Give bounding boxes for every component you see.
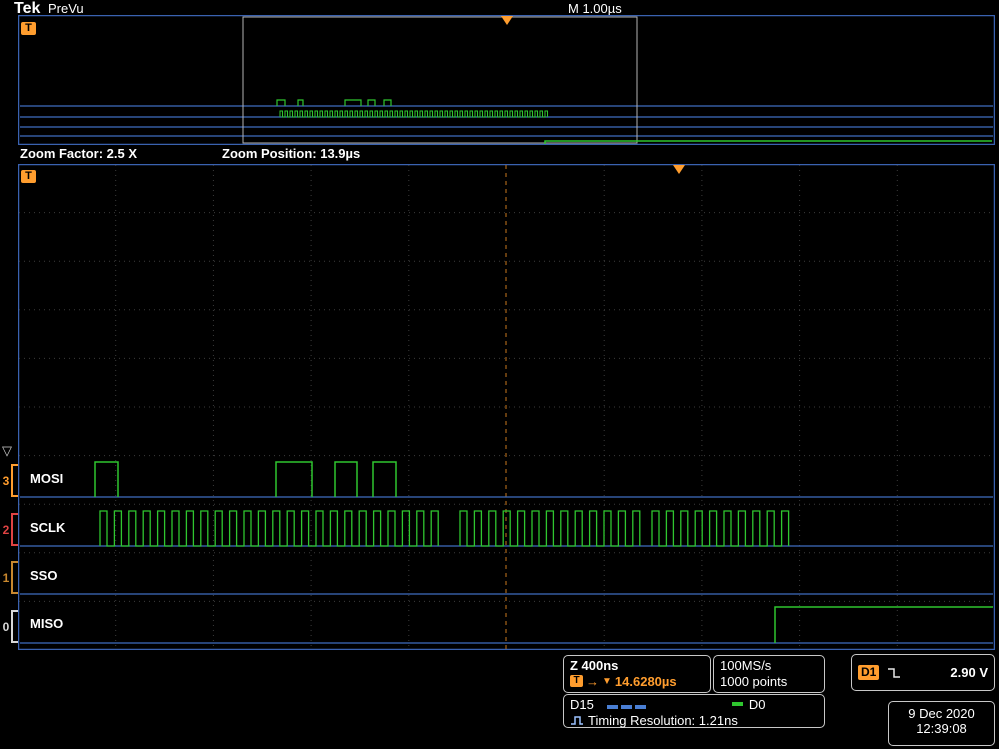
zoom-factor-readout: Zoom Factor: 2.5 X [20,146,137,161]
datetime-box: 9 Dec 2020 12:39:08 [888,701,995,746]
acquisition-box: 100MS/s 1000 points [713,655,825,693]
overview-waveform-layer [18,15,995,145]
bus-activity-bars [607,697,649,712]
oscilloscope-screen: Tek PreVu M 1.00µs T Zoom Factor: 2.5 X … [0,0,999,749]
channel-label-miso: MISO [30,616,63,631]
zoom-position-readout: Zoom Position: 13.9µs [222,146,360,161]
channel-number-d2: 2 [1,523,11,537]
channel-label-sso: SSO [30,568,57,583]
acquisition-status: PreVu [48,1,84,16]
bus-active-bar-icon [732,702,743,706]
channel-number-d0: 0 [1,620,11,634]
timing-resolution-readout: Timing Resolution: 1.21ns [588,713,738,728]
trigger-threshold-readout: 2.90 V [950,665,988,680]
marker-icon: ▼ [602,676,612,687]
record-length-readout: 1000 points [720,673,818,689]
digital-group-marker-icon[interactable]: ▽ [2,445,12,457]
channel-label-mosi: MOSI [30,471,63,486]
bus-lsb-label: D0 [749,697,766,712]
channel-bracket-icon [11,561,18,594]
timing-edge-icon [570,714,585,727]
trigger-source-channel: D1 [858,665,879,680]
trigger-flag-main[interactable]: T [21,170,36,183]
overview-waveform-panel [18,15,995,145]
trigger-position-marker-overview[interactable] [501,16,513,25]
trigger-position-marker-main[interactable] [673,165,685,174]
main-waveform-layer [18,164,995,650]
channel-indicator-d0[interactable]: 0 [1,610,18,643]
channel-bracket-icon [11,610,18,643]
falling-edge-icon [886,666,902,680]
zoom-scale-readout: Z 400ns [570,657,704,673]
time-readout: 12:39:08 [895,721,988,736]
trigger-source-box: D1 2.90 V [851,654,995,691]
channel-indicator-d2[interactable]: 2 [1,513,18,546]
bus-msb-label: D15 [570,697,594,712]
main-waveform-panel: MOSI SCLK SSO MISO [18,164,995,650]
channel-bracket-icon [11,464,18,497]
channel-bracket-icon [11,513,18,546]
arrow-icon: → [586,674,599,689]
bus-activity-bar-icon [621,705,632,709]
channel-number-d1: 1 [1,571,11,585]
zoom-scale-box: Z 400ns T → ▼ 14.6280µs [563,655,711,693]
date-readout: 9 Dec 2020 [895,706,988,721]
trigger-flag-icon: T [570,675,583,687]
timebase-readout: M 1.00µs [568,1,622,16]
channel-indicator-d3[interactable]: 3 [1,464,18,497]
sample-rate-readout: 100MS/s [720,657,818,673]
channel-label-sclk: SCLK [30,520,65,535]
channel-indicator-d1[interactable]: 1 [1,561,18,594]
digital-bus-box: D15 D0 Timing Resolution: 1.21ns [563,694,825,728]
bus-activity-bar-icon [635,705,646,709]
trigger-flag-overview[interactable]: T [21,22,36,35]
zoom-position-value: 14.6280µs [615,674,677,689]
bus-activity-bar-icon [607,705,618,709]
zoom-region-bracket [243,17,637,143]
channel-number-d3: 3 [1,474,11,488]
